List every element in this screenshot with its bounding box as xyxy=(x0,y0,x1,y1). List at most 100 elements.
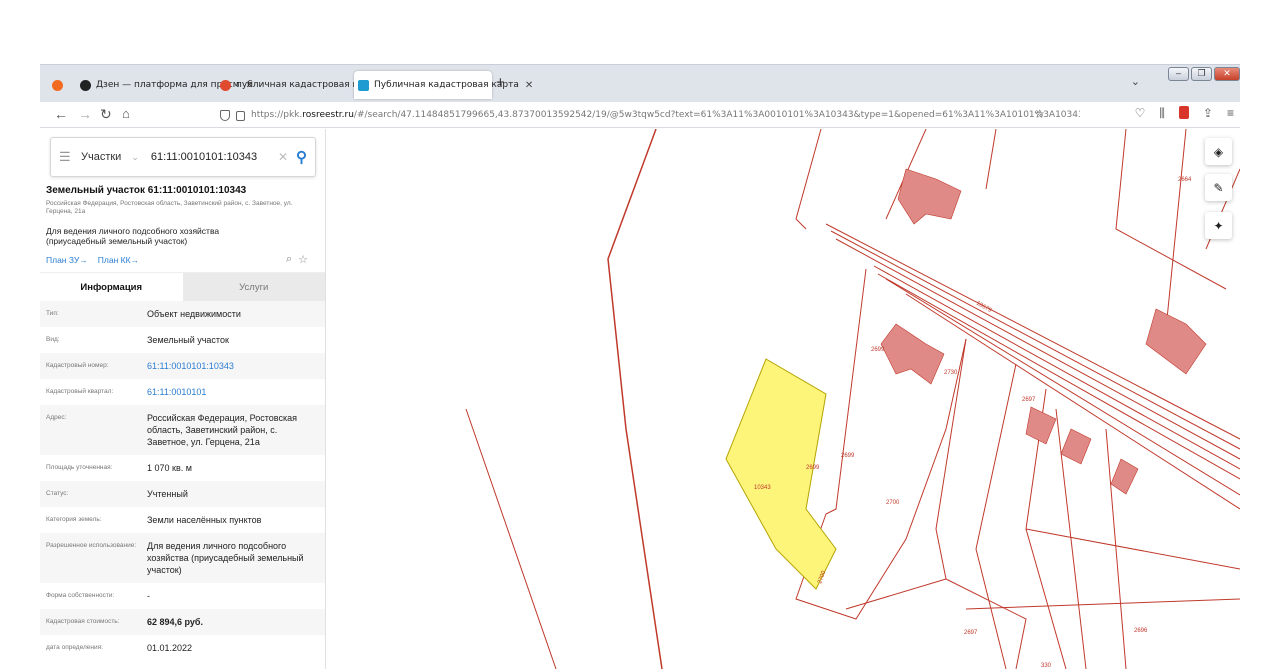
label-2664: 2664 xyxy=(1178,177,1192,183)
label-2699a: 2699 xyxy=(871,347,885,353)
hamburger-icon[interactable]: ☰ xyxy=(59,149,73,165)
rosreestr-icon xyxy=(358,79,369,91)
back-icon[interactable]: ← xyxy=(54,106,68,122)
info-row: Категория земель: Земли населённых пункто… xyxy=(40,507,325,533)
measure-pencil-icon[interactable]: ✎ xyxy=(1205,174,1232,201)
reload-icon[interactable]: ↻ xyxy=(100,106,112,122)
info-row-label: дата определения: xyxy=(46,644,103,651)
search-type-select[interactable]: Участки xyxy=(81,151,121,163)
layers-icon[interactable]: ◈ xyxy=(1205,138,1232,165)
url-prefix: https://pkk. xyxy=(251,110,303,120)
restore-button[interactable]: ❐ xyxy=(1191,67,1212,81)
browser-tab-bar: Дзен — платформа для просм ✕ публичная ка… xyxy=(40,64,1240,102)
zoom-to-icon[interactable]: ⌕ xyxy=(286,253,292,266)
list-tabs-chevron-icon[interactable]: ⌄ xyxy=(1131,75,1140,88)
dzen-icon xyxy=(80,79,91,91)
window-controls: – ❐ ✕ xyxy=(1168,67,1240,81)
address-bar[interactable]: https://pkk. rosreestr.ru/#/search/47.114… xyxy=(220,105,1080,125)
info-row-value: Для ведения личного подсобного хозяйства… xyxy=(147,541,304,575)
info-row-value[interactable]: 61:11:0010101 xyxy=(147,386,319,398)
label-2730: 2730 xyxy=(944,370,958,376)
info-row-label: Вид: xyxy=(46,336,60,343)
url-path: /#/search/47.11484851799665,43.873700135… xyxy=(353,110,1080,120)
plan-kk-link[interactable]: План КК→ xyxy=(98,255,139,265)
info-row: Площадь уточненная: 1 070 кв. м xyxy=(40,455,325,481)
plan-zu-link[interactable]: План ЗУ→ xyxy=(46,255,88,265)
tab-dzen[interactable]: Дзен — платформа для просм ✕ xyxy=(76,71,254,99)
label-2700a: 2700 xyxy=(886,500,900,506)
forward-icon[interactable]: → xyxy=(78,106,92,122)
info-row: Статус: Учтенный xyxy=(40,481,325,507)
tab-information[interactable]: Информация xyxy=(40,273,183,301)
info-row: Форма собственности: - xyxy=(40,583,325,609)
bookmark-star-icon[interactable]: ☆ xyxy=(1034,106,1045,122)
favorite-star-icon[interactable]: ☆ xyxy=(298,253,308,266)
search-engine-icon xyxy=(220,79,231,91)
toolbar-right: ♡ ⫼ ⇪ ≡ xyxy=(1135,106,1234,121)
info-row: Вид: Земельный участок xyxy=(40,327,325,353)
share-icon[interactable]: ⇪ xyxy=(1203,106,1213,121)
parcel-actions: ⌕ ☆ xyxy=(286,253,308,266)
close-window-button[interactable]: ✕ xyxy=(1214,67,1240,81)
info-row-label: Кадастровый номер: xyxy=(46,362,109,369)
info-row-label: Площадь уточненная: xyxy=(46,464,113,471)
info-tabs: Информация Услуги xyxy=(40,272,325,301)
clear-icon[interactable]: ✕ xyxy=(278,150,288,164)
search-input[interactable]: 61:11:0010101:10343 xyxy=(151,151,278,163)
plan-links: План ЗУ→ План КК→ xyxy=(46,255,139,265)
url-host: rosreestr.ru xyxy=(302,110,354,120)
close-tab-icon[interactable]: ✕ xyxy=(525,80,533,91)
tab-search[interactable]: публичная кадастровая карта✕ xyxy=(216,71,394,99)
firefox-logo-icon[interactable] xyxy=(48,71,78,99)
info-row-value: 62 894,6 руб. xyxy=(147,617,203,627)
label-2697a: 2697 xyxy=(1022,397,1036,403)
info-row-value: Учтенный xyxy=(147,489,188,499)
locate-icon[interactable]: ✦ xyxy=(1205,212,1232,239)
info-rows: Тип: Объект недвижимости Вид: Земельный уча… xyxy=(40,301,325,661)
info-row-value: Российская Федерация, Ростовская область… xyxy=(147,413,297,447)
label-2699c: 2699 xyxy=(841,453,855,459)
map-canvas[interactable]: 10343 2664 2699 2730 2697 2699 2699 2700… xyxy=(326,129,1240,669)
info-row-label: Разрешенное использование: xyxy=(46,542,137,549)
tab-cadastral-map[interactable]: Публичная кадастровая карта ✕ xyxy=(354,71,533,99)
parcel-purpose: Для ведения личного подсобного хозяйства… xyxy=(46,226,220,246)
home-icon[interactable]: ⌂ xyxy=(122,106,130,122)
info-row-value: 1 070 кв. м xyxy=(147,463,192,473)
info-row: Тип: Объект недвижимости xyxy=(40,301,325,327)
info-row: Кадастровая стоимость: 62 894,6 руб. xyxy=(40,609,325,635)
pdf-extension-icon[interactable] xyxy=(1178,106,1189,119)
label-2696: 2696 xyxy=(1134,628,1148,634)
info-row-label: Кадастровый квартал: xyxy=(46,388,114,395)
info-row-label: Адрес: xyxy=(46,414,67,421)
info-row-value: 01.01.2022 xyxy=(147,643,193,653)
menu-icon[interactable]: ≡ xyxy=(1227,106,1234,121)
pocket-icon[interactable]: ♡ xyxy=(1135,106,1146,121)
browser-nav-bar: ← → ↻ ⌂ https://pkk. rosreestr.ru/#/searc… xyxy=(40,102,1240,128)
lock-icon[interactable] xyxy=(236,111,245,121)
label-330: 330 xyxy=(1041,663,1052,669)
info-row-value: Земли населённых пунктов xyxy=(147,515,262,525)
info-row: дата определения: 01.01.2022 xyxy=(40,635,325,661)
cadastral-map[interactable]: 10343 2664 2699 2730 2697 2699 2699 2700… xyxy=(326,129,1240,669)
info-row: Разрешенное использование: Для ведения ли… xyxy=(40,533,325,583)
search-icon[interactable]: ⚲ xyxy=(296,148,307,166)
info-row-label: Статус: xyxy=(46,490,69,497)
chevron-down-icon[interactable]: ⌄ xyxy=(131,152,139,163)
tracking-shield-icon[interactable] xyxy=(220,109,230,121)
label-selected-parcel: 10343 xyxy=(754,485,771,491)
parcel-title: Земельный участок 61:11:0010101:10343 xyxy=(46,185,247,196)
label-2697b: 2697 xyxy=(964,630,978,636)
info-row-value: - xyxy=(147,591,150,601)
library-icon[interactable]: ⫼ xyxy=(1159,106,1165,121)
info-row: Кадастровый квартал: 61:11:0010101 xyxy=(40,379,325,405)
minimize-button[interactable]: – xyxy=(1168,67,1189,81)
info-row: Кадастровый номер: 61:11:0010101:10343 xyxy=(40,353,325,379)
info-row-value[interactable]: 61:11:0010101:10343 xyxy=(147,360,319,372)
info-row-label: Тип: xyxy=(46,310,59,317)
top-margin xyxy=(0,0,1280,62)
tab-services[interactable]: Услуги xyxy=(182,273,325,301)
label-2699b: 2699 xyxy=(806,465,820,471)
info-row-label: Кадастровая стоимость: xyxy=(46,618,120,625)
info-row-value: Объект недвижимости xyxy=(147,309,241,319)
new-tab-button[interactable]: + xyxy=(496,74,505,91)
